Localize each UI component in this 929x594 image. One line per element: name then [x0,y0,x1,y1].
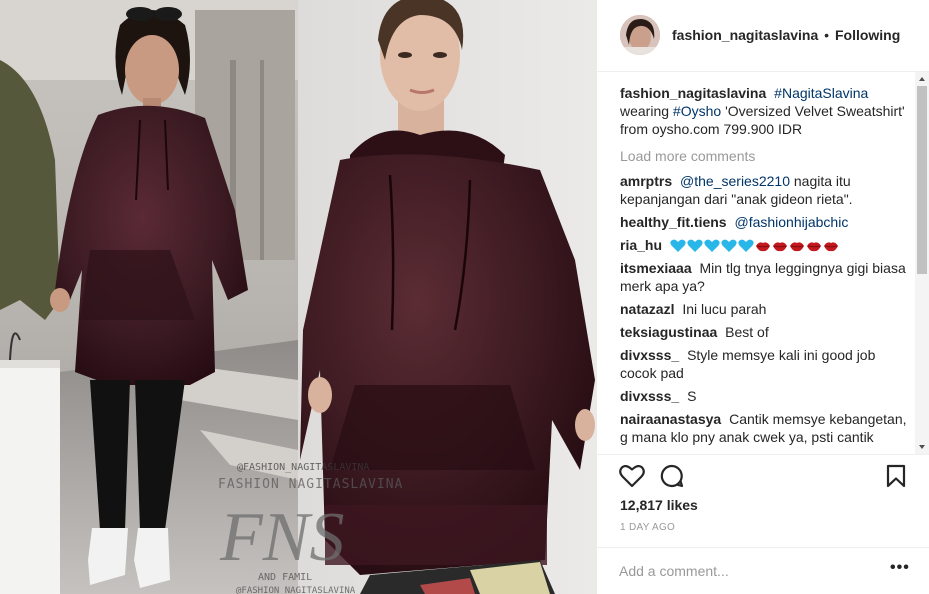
comment-username[interactable]: divxsss_ [620,388,679,404]
comment-item: healthy_fit.tiens @fashionhijabchic [620,213,912,231]
caption: fashion_nagitaslavina #NagitaSlavina wea… [620,84,912,138]
post-sidebar: fashion_nagitaslavina • Following fashio… [597,0,929,594]
lips-icon [789,242,804,252]
like-heart-icon[interactable] [619,464,645,488]
comments-scrollbar[interactable] [915,72,929,454]
more-options-button[interactable]: ••• [890,560,910,576]
lips-icon [806,242,821,252]
comment-icon[interactable] [660,464,684,488]
comment-item: ria_hu [620,236,912,254]
comment-username[interactable]: amrptrs [620,173,672,189]
comment-username[interactable]: teksiagustinaa [620,324,717,340]
comment-text: Best of [725,324,769,340]
blue-heart-icon [687,239,703,253]
avatar-image [620,15,660,55]
comment-item: amrptrs @the_series2210 nagita itu kepan… [620,172,912,208]
mention-link[interactable]: @the_series2210 [680,173,790,189]
comment-text: Ini lucu parah [682,301,767,317]
comment-username[interactable]: natazazl [620,301,674,317]
comments-list: fashion_nagitaslavina #NagitaSlavina wea… [620,84,912,452]
watermark-name: FASHION NAGITASLAVINA [218,477,403,492]
caption-username[interactable]: fashion_nagitaslavina [620,85,766,101]
avatar[interactable] [620,15,660,55]
emoji-row [670,239,839,253]
comment-username[interactable]: healthy_fit.tiens [620,214,727,230]
post-image-graphic: @FASHION_NAGITASLAVINA FASHION NAGITASLA… [0,0,597,594]
comment-item: divxsss_ S [620,387,912,405]
comment-username[interactable]: ria_hu [620,237,662,253]
load-more-comments[interactable]: Load more comments [620,147,912,165]
post-image[interactable]: @FASHION_NAGITASLAVINA FASHION NAGITASLA… [0,0,597,594]
lips-icon [823,242,838,252]
scrollbar-thumb[interactable] [917,86,927,274]
watermark-tagline: AND FAMIL [258,572,312,583]
blue-heart-icon [670,239,686,253]
comment-text: S [687,388,697,404]
watermark-monogram: FNS [219,499,344,576]
scroll-down-icon[interactable] [918,443,926,451]
mention-link[interactable]: @fashionhijabchic [734,214,848,230]
comment-username[interactable]: itsmexiaaa [620,260,692,276]
following-button[interactable]: Following [835,27,900,43]
post-header: fashion_nagitaslavina • Following [597,0,929,72]
blue-heart-icon [721,239,737,253]
comment-username[interactable]: divxsss_ [620,347,679,363]
lips-icon [755,242,770,252]
comment-item: nairaanastasya Cantik memsye kebangetan,… [620,410,912,446]
comment-username[interactable]: nairaanastasya [620,411,721,427]
comment-item: divxsss_ Style memsye kali ini good job … [620,346,912,382]
hashtag-link[interactable]: #Oysho [673,103,721,119]
comment-item: teksiagustinaa Best of [620,323,912,341]
blue-heart-icon [738,239,754,253]
add-comment-bar: ••• [597,547,929,594]
hashtag-link[interactable]: #NagitaSlavina [774,85,868,101]
blue-heart-icon [704,239,720,253]
comment-item: itsmexiaaa Min tlg tnya leggingnya gigi … [620,259,912,295]
likes-count[interactable]: 12,817 likes [620,497,698,513]
post-actions: 12,817 likes 1 DAY AGO ••• [597,454,929,594]
comment-input[interactable] [619,560,869,582]
comment-item: natazazl Ini lucu parah [620,300,912,318]
header-text: fashion_nagitaslavina • Following [672,27,900,43]
separator-dot: • [824,27,830,43]
caption-text: wearing [620,103,670,119]
scroll-up-icon[interactable] [918,75,926,83]
bookmark-icon[interactable] [886,464,906,488]
lips-icon [772,242,787,252]
post-timestamp[interactable]: 1 DAY AGO [620,522,675,533]
post-username[interactable]: fashion_nagitaslavina [672,27,818,43]
watermark-handle: @FASHION_NAGITASLAVINA [237,462,369,473]
watermark-handle-bottom: @FASHION_NAGITASLAVINA [236,586,356,594]
